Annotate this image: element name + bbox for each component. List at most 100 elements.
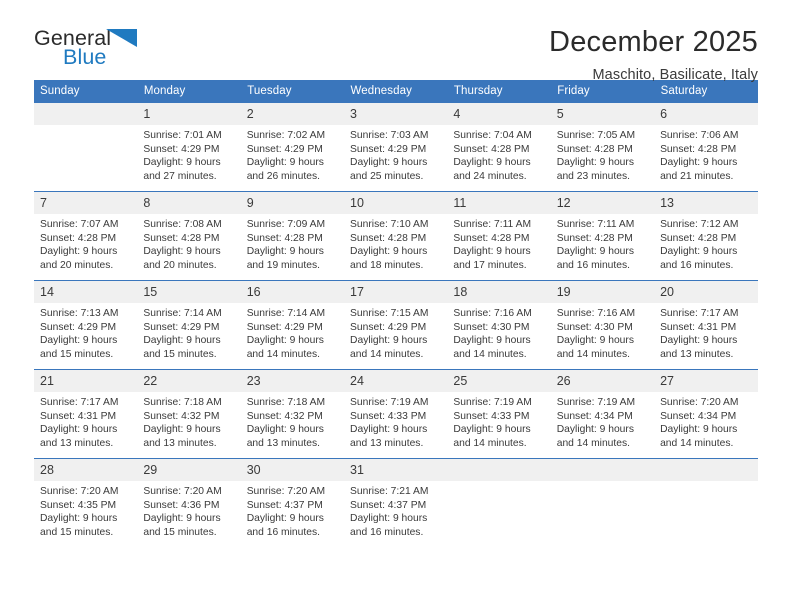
calendar-day-cell[interactable]: 24 Sunrise: 7:19 AM Sunset: 4:33 PM Dayligh… [344,369,448,459]
sun-info-sunrise: Sunrise: 7:16 AM [556,308,636,319]
calendar-day-cell[interactable]: 10 Sunrise: 7:10 AM Sunset: 4:28 PM Dayligh… [344,191,448,281]
sun-info-daylight-line1: Daylight: 9 hours [40,335,118,347]
sun-info-sunrise: Sunrise: 7:08 AM [143,219,222,230]
calendar-day-cell[interactable]: 17 Sunrise: 7:15 AM Sunset: 4:29 PM Dayligh… [344,280,448,370]
weekday-header-monday: Monday [137,80,242,103]
page-header: General Blue December 2025 Maschito, Bas… [34,0,758,83]
calendar-day-cell[interactable]: 15 Sunrise: 7:14 AM Sunset: 4:29 PM Dayligh… [137,280,241,370]
calendar-day-cell[interactable]: 3 Sunrise: 7:03 AM Sunset: 4:29 PM Daylight… [344,102,448,192]
sun-info-daylight-line2: and 20 minutes. [143,259,217,271]
day-number: 5 [550,103,655,125]
sun-info-daylight-line2: and 16 minutes. [350,526,424,538]
day-number: 21 [34,370,138,392]
calendar-day-cell[interactable]: 11 Sunrise: 7:11 AM Sunset: 4:28 PM Dayligh… [447,191,551,281]
sun-info-sunrise: Sunrise: 7:14 AM [143,308,222,319]
day-sun-info: Sunrise: 7:16 AM Sunset: 4:30 PM Daylight:… [551,303,654,361]
sun-info-daylight-line2: and 16 minutes. [660,259,734,271]
sun-info-sunrise: Sunrise: 7:16 AM [453,308,532,319]
sun-info-daylight-line1: Daylight: 9 hours [556,157,634,169]
calendar-day-cell[interactable]: 25 Sunrise: 7:19 AM Sunset: 4:33 PM Dayligh… [447,369,551,459]
sun-info-sunrise: Sunrise: 7:12 AM [660,219,739,230]
sun-info-sunrise: Sunrise: 7:11 AM [556,219,635,230]
calendar-day-cell[interactable]: 28 Sunrise: 7:20 AM Sunset: 4:35 PM Dayligh… [34,458,138,548]
sun-info-sunrise: Sunrise: 7:18 AM [143,397,222,408]
logo-text-blue: Blue [63,45,107,69]
sun-info-daylight-line1: Daylight: 9 hours [350,513,428,525]
day-sun-info: Sunrise: 7:11 AM Sunset: 4:28 PM Daylight:… [551,214,654,272]
sun-info-sunrise: Sunrise: 7:21 AM [350,486,429,497]
day-sun-info: Sunrise: 7:14 AM Sunset: 4:29 PM Daylight:… [241,303,344,361]
calendar-week-row: 7 Sunrise: 7:07 AM Sunset: 4:28 PM Daylight… [34,191,758,281]
sun-info-daylight-line1: Daylight: 9 hours [246,335,324,347]
day-number: 2 [240,103,345,125]
calendar-day-cell[interactable]: 29 Sunrise: 7:20 AM Sunset: 4:36 PM Dayligh… [137,458,241,548]
calendar-day-cell[interactable]: 16 Sunrise: 7:14 AM Sunset: 4:29 PM Dayligh… [240,280,345,370]
sun-info-sunrise: Sunrise: 7:15 AM [350,308,429,319]
calendar-day-cell[interactable]: 19 Sunrise: 7:16 AM Sunset: 4:30 PM Dayligh… [550,280,655,370]
day-sun-info: Sunrise: 7:20 AM Sunset: 4:36 PM Daylight:… [137,481,240,539]
day-number: 24 [344,370,448,392]
sun-info-daylight-line2: and 16 minutes. [246,526,320,538]
day-number: 17 [344,281,448,303]
calendar-day-cell[interactable]: 20 Sunrise: 7:17 AM Sunset: 4:31 PM Dayligh… [654,280,758,370]
sun-info-sunset: Sunset: 4:32 PM [246,410,323,422]
day-number: 19 [550,281,655,303]
day-sun-info: Sunrise: 7:11 AM Sunset: 4:28 PM Daylight:… [447,214,550,272]
sun-info-daylight-line1: Daylight: 9 hours [40,246,118,258]
calendar-day-cell-empty [447,458,551,548]
sun-info-sunrise: Sunrise: 7:02 AM [246,130,326,141]
calendar-day-cell[interactable]: 14 Sunrise: 7:13 AM Sunset: 4:29 PM Dayligh… [34,280,138,370]
day-number: 12 [550,192,655,214]
day-sun-info: Sunrise: 7:20 AM Sunset: 4:35 PM Daylight:… [34,481,137,539]
calendar-day-cell[interactable]: 4 Sunrise: 7:04 AM Sunset: 4:28 PM Daylight… [447,102,551,192]
sun-info-sunrise: Sunrise: 7:07 AM [40,219,119,230]
calendar-day-cell[interactable]: 12 Sunrise: 7:11 AM Sunset: 4:28 PM Dayligh… [550,191,655,281]
day-sun-info: Sunrise: 7:19 AM Sunset: 4:33 PM Daylight:… [344,392,447,450]
sun-info-sunset: Sunset: 4:31 PM [660,321,737,333]
sun-info-sunset: Sunset: 4:28 PM [40,232,117,244]
day-number: 9 [240,192,345,214]
sun-info-daylight-line1: Daylight: 9 hours [660,157,738,169]
calendar-day-cell[interactable]: 30 Sunrise: 7:20 AM Sunset: 4:37 PM Dayligh… [240,458,345,548]
sun-info-sunrise: Sunrise: 7:10 AM [350,219,429,230]
sun-info-sunset: Sunset: 4:28 PM [660,232,737,244]
sun-info-sunset: Sunset: 4:37 PM [246,499,323,511]
calendar-day-cell[interactable]: 8 Sunrise: 7:08 AM Sunset: 4:28 PM Daylight… [137,191,241,281]
page-title: December 2025 [549,26,758,58]
general-blue-logo[interactable]: General Blue [34,26,142,72]
calendar-day-cell[interactable]: 5 Sunrise: 7:05 AM Sunset: 4:28 PM Daylight… [550,102,655,192]
sun-info-sunrise: Sunrise: 7:05 AM [556,130,636,141]
day-sun-info: Sunrise: 7:08 AM Sunset: 4:28 PM Daylight:… [137,214,240,272]
calendar-day-cell[interactable]: 22 Sunrise: 7:18 AM Sunset: 4:32 PM Dayligh… [137,369,241,459]
sun-info-daylight-line1: Daylight: 9 hours [143,335,221,347]
calendar-day-cell[interactable]: 1 Sunrise: 7:01 AM Sunset: 4:29 PM Daylight… [137,102,241,192]
calendar-day-cell-empty [550,458,655,548]
calendar-day-cell[interactable]: 26 Sunrise: 7:19 AM Sunset: 4:34 PM Dayligh… [550,369,655,459]
calendar-day-cell[interactable]: 23 Sunrise: 7:18 AM Sunset: 4:32 PM Dayligh… [240,369,345,459]
sun-info-sunset: Sunset: 4:36 PM [143,499,220,511]
day-number [654,459,758,481]
sun-info-daylight-line1: Daylight: 9 hours [660,246,738,258]
day-number: 1 [137,103,241,125]
sun-info-daylight-line2: and 13 minutes. [660,348,734,360]
sun-info-daylight-line1: Daylight: 9 hours [556,424,634,436]
calendar-day-cell[interactable]: 13 Sunrise: 7:12 AM Sunset: 4:28 PM Dayligh… [654,191,758,281]
calendar-day-cell[interactable]: 2 Sunrise: 7:02 AM Sunset: 4:29 PM Daylight… [240,102,345,192]
sun-info-daylight-line1: Daylight: 9 hours [40,424,118,436]
sun-info-sunset: Sunset: 4:29 PM [246,143,323,155]
calendar-day-cell[interactable]: 27 Sunrise: 7:20 AM Sunset: 4:34 PM Dayligh… [654,369,758,459]
calendar-day-cell[interactable]: 18 Sunrise: 7:16 AM Sunset: 4:30 PM Dayligh… [447,280,551,370]
sun-info-sunset: Sunset: 4:33 PM [350,410,427,422]
sun-info-sunset: Sunset: 4:35 PM [40,499,117,511]
sun-info-daylight-line2: and 15 minutes. [40,348,114,360]
sun-info-daylight-line1: Daylight: 9 hours [556,335,634,347]
calendar-day-cell[interactable]: 9 Sunrise: 7:09 AM Sunset: 4:28 PM Daylight… [240,191,345,281]
calendar-day-cell[interactable]: 7 Sunrise: 7:07 AM Sunset: 4:28 PM Daylight… [34,191,138,281]
logo-triangle-icon [106,29,138,53]
calendar-day-cell[interactable]: 6 Sunrise: 7:06 AM Sunset: 4:28 PM Daylight… [654,102,758,192]
sun-info-sunrise: Sunrise: 7:17 AM [660,308,739,319]
calendar-day-cell[interactable]: 31 Sunrise: 7:21 AM Sunset: 4:37 PM Dayligh… [344,458,448,548]
sun-info-sunset: Sunset: 4:28 PM [350,232,427,244]
calendar-day-cell[interactable]: 21 Sunrise: 7:17 AM Sunset: 4:31 PM Dayligh… [34,369,138,459]
day-number: 18 [447,281,551,303]
